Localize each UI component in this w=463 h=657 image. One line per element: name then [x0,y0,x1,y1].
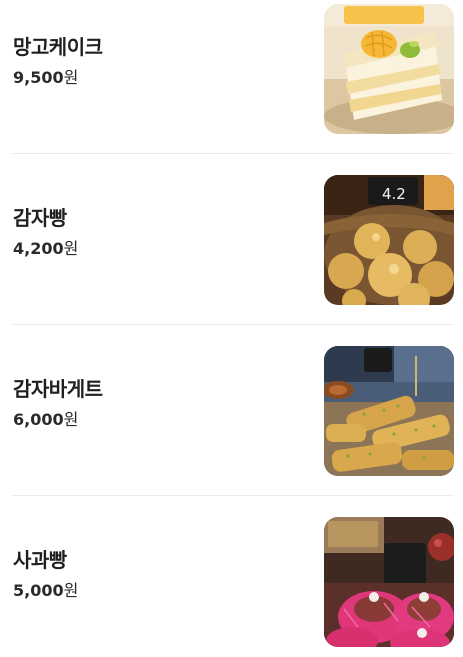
menu-item-name: 망고케이크 [13,35,103,59]
apple-bread-photo [324,517,454,647]
menu-item-name: 감자바게트 [13,377,103,401]
menu-item-text: 망고케이크 9,500원 [13,34,103,88]
menu-item-name: 감자빵 [13,206,67,230]
menu-item-price: 4,200원 [13,239,78,259]
menu-item-potato-baguette[interactable]: 감자바게트 6,000원 [12,346,454,476]
currency-unit: 원 [63,239,79,258]
currency-unit: 원 [63,68,79,87]
divider [12,495,454,496]
currency-unit: 원 [63,581,79,600]
mango-cake-photo [324,4,454,134]
price-value: 6,000 [13,410,64,429]
menu-item-price: 5,000원 [13,581,78,601]
menu-item-mango-cake[interactable]: 망고케이크 9,500원 [12,4,454,134]
potato-baguette-photo [324,346,454,476]
price-value: 4,200 [13,239,64,258]
price-value: 9,500 [13,68,64,87]
svg-text:4.2: 4.2 [382,185,406,203]
menu-item-apple-bread[interactable]: 사과빵 5,000원 [12,517,454,647]
potato-bread-photo: 4.2 [324,175,454,305]
menu-list: 망고케이크 9,500원 감자빵 4,200원 4.2 감자바게트 6,000원… [0,0,463,657]
menu-item-price: 9,500원 [13,68,103,88]
menu-item-text: 감자빵 4,200원 [13,205,78,259]
currency-unit: 원 [63,410,79,429]
menu-item-name: 사과빵 [13,548,67,572]
divider [12,153,454,154]
menu-item-text: 사과빵 5,000원 [13,547,78,601]
divider [12,324,454,325]
price-value: 5,000 [13,581,64,600]
menu-item-price: 6,000원 [13,410,103,430]
menu-item-text: 감자바게트 6,000원 [13,376,103,430]
menu-item-potato-bread[interactable]: 감자빵 4,200원 4.2 [12,175,454,305]
